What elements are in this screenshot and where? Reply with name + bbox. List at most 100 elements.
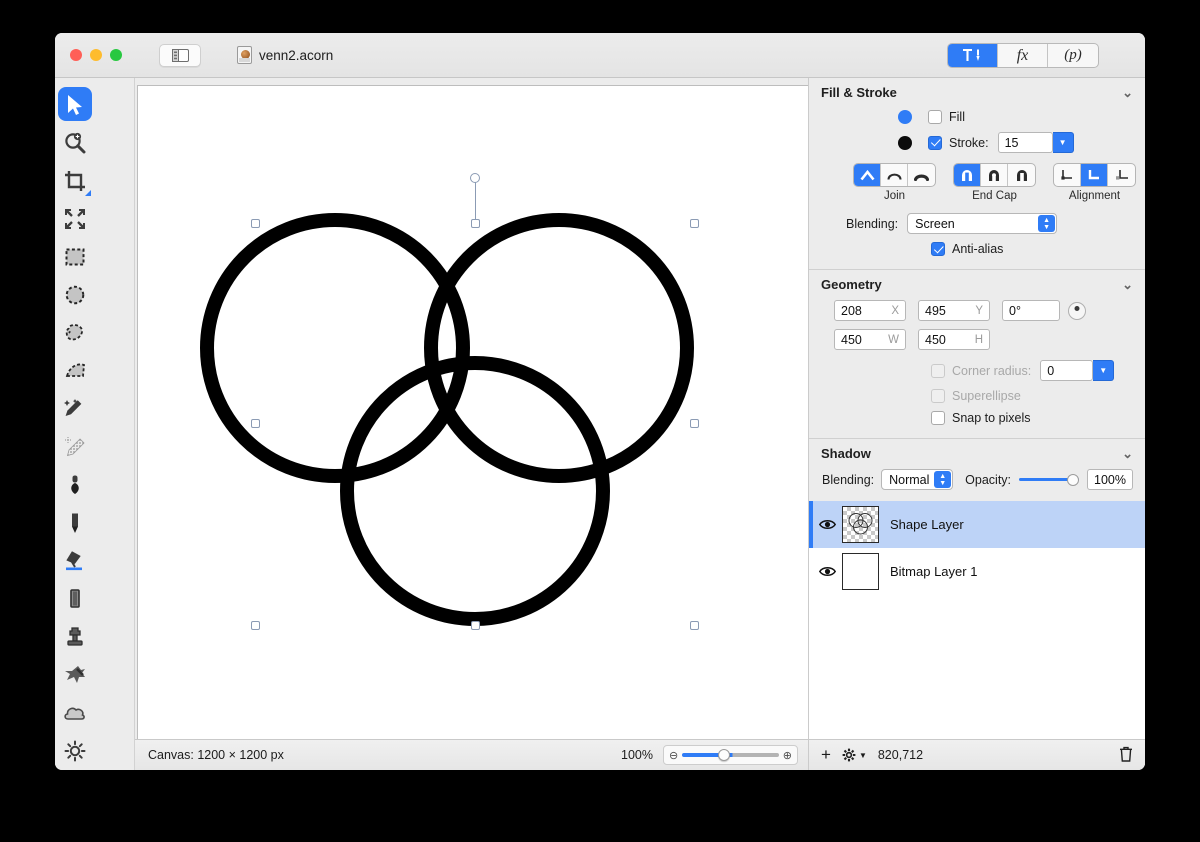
selection-handle-bottom-center[interactable] [471,621,480,630]
antialias-checkbox[interactable] [931,242,945,256]
alignment-segmented-control[interactable] [1053,163,1136,187]
shadow-blending-select[interactable]: Normal ▲ ▼ [881,469,954,490]
close-window-button[interactable] [70,49,82,61]
stroke-color-dot[interactable] [898,135,912,150]
alignment-outside-button[interactable] [1108,164,1135,186]
zoom-slider-knob[interactable] [718,749,730,761]
brush-tool[interactable] [55,466,95,504]
endcap-butt-button[interactable] [954,164,981,186]
join-bevel-button[interactable] [908,164,935,186]
tab-presets[interactable]: (p) [1048,44,1098,67]
zoom-in-icon[interactable]: ⊕ [783,749,792,762]
rotation-handle[interactable] [470,173,480,183]
rectangle-select-tool[interactable] [55,238,95,276]
tab-filters[interactable]: fx [998,44,1048,67]
selection-handle-bottom-right[interactable] [690,621,699,630]
lasso-select-tool[interactable] [55,314,95,352]
move-tool[interactable] [55,86,95,124]
shadow-section-header[interactable]: Shadow ⌄ [809,439,1145,469]
sun-icon [64,740,86,762]
selection-handle-middle-left[interactable] [251,419,260,428]
clone-stamp-tool[interactable] [55,618,95,656]
zoom-out-icon[interactable]: ⊖ [669,749,678,762]
stroke-width-input[interactable]: 15 [997,132,1053,153]
layer-visibility-toggle[interactable] [815,519,839,530]
snap-to-pixels-checkbox[interactable] [931,411,945,425]
transform-tool[interactable] [55,200,95,238]
alignment-inside-button[interactable] [1054,164,1081,186]
shadow-opacity-input[interactable]: 100% [1087,469,1133,490]
layer-row-bitmap[interactable]: Bitmap Layer 1 [809,548,1145,595]
venn-diagram[interactable] [138,86,809,744]
shadow-opacity-slider[interactable] [1019,473,1080,487]
instant-alpha-tool[interactable] [55,428,95,466]
corner-radius-stepper[interactable]: ▼ [1093,360,1115,381]
crop-icon [65,171,85,191]
add-layer-button[interactable]: + [821,745,831,765]
sidebar-toggle-button[interactable] [159,43,201,67]
shadow-blending-label: Blending: [822,472,875,487]
geometry-height-input[interactable]: 450 H [918,329,990,350]
stroke-row: Stroke: 15 ▼ [809,132,1145,153]
endcap-square-button[interactable] [1008,164,1035,186]
minimize-window-button[interactable] [90,49,102,61]
geometry-y-input[interactable]: 495 Y [918,300,990,321]
blending-select[interactable]: Screen ▲ ▼ [907,213,1058,234]
blur-tool[interactable] [55,694,95,732]
align-outside-icon [1115,170,1128,180]
alignment-center-button[interactable] [1081,164,1108,186]
geometry-width-label: W [888,333,899,346]
corner-radius-checkbox[interactable] [931,363,945,378]
selection-handle-top-right[interactable] [690,219,699,228]
fill-color-dot[interactable] [898,110,912,124]
endcap-segmented-control[interactable] [953,163,1036,187]
selection-handle-top-center[interactable] [471,219,480,228]
paint-bucket-tool[interactable] [55,542,95,580]
fill-stroke-section-header[interactable]: Fill & Stroke ⌄ [809,78,1145,108]
maximize-window-button[interactable] [110,49,122,61]
crop-tool[interactable] [55,162,95,200]
fill-checkbox[interactable] [928,110,942,124]
corner-radius-input[interactable]: 0 [1040,360,1094,381]
join-miter-button[interactable] [854,164,881,186]
round-cap-icon [989,169,999,181]
zoom-slider-track[interactable] [682,753,779,757]
selection-handle-top-left[interactable] [251,219,260,228]
geometry-section-header[interactable]: Geometry ⌄ [809,270,1145,300]
chevron-down-icon[interactable]: ⌄ [1122,85,1133,101]
canvas[interactable] [137,85,810,745]
layer-visibility-toggle[interactable] [815,566,839,577]
join-segmented-control[interactable] [853,163,936,187]
join-round-button[interactable] [881,164,908,186]
geometry-width-input[interactable]: 450 W [834,329,906,350]
geometry-angle-input[interactable]: 0° [1002,300,1060,321]
delete-layer-button[interactable] [1119,746,1133,765]
selection-handle-bottom-left[interactable] [251,621,260,630]
ellipse-select-tool[interactable] [55,276,95,314]
smudge-tool[interactable] [55,656,95,694]
zoom-tool[interactable] [55,124,95,162]
superellipse-checkbox[interactable] [931,389,945,403]
shadow-opacity-knob[interactable] [1067,473,1080,486]
stroke-width-stepper[interactable]: ▼ [1052,132,1074,153]
angle-dial[interactable] [1068,301,1086,320]
eraser-tool[interactable] [55,580,95,618]
polygon-select-tool[interactable] [55,352,95,390]
zoom-slider[interactable]: ⊖ ⊕ [663,745,798,765]
endcap-label: End Cap [972,190,1017,202]
alignment-group: Alignment [1053,163,1136,202]
inspector-tab-group[interactable]: fx (p) [947,43,1099,68]
magic-wand-tool[interactable] [55,390,95,428]
chevron-down-icon[interactable]: ⌄ [1122,446,1133,462]
layer-row-shape[interactable]: Shape Layer [809,501,1145,548]
selection-handle-middle-right[interactable] [690,419,699,428]
endcap-round-button[interactable] [981,164,1008,186]
alignment-label: Alignment [1068,190,1121,202]
dodge-tool[interactable] [55,732,95,770]
geometry-x-input[interactable]: 208 X [834,300,906,321]
chevron-down-icon[interactable]: ⌄ [1122,277,1133,293]
stroke-checkbox[interactable] [928,135,942,150]
layer-settings-button[interactable]: ▼ [842,748,867,762]
tab-tools[interactable] [948,44,998,67]
pencil-tool[interactable] [55,504,95,542]
